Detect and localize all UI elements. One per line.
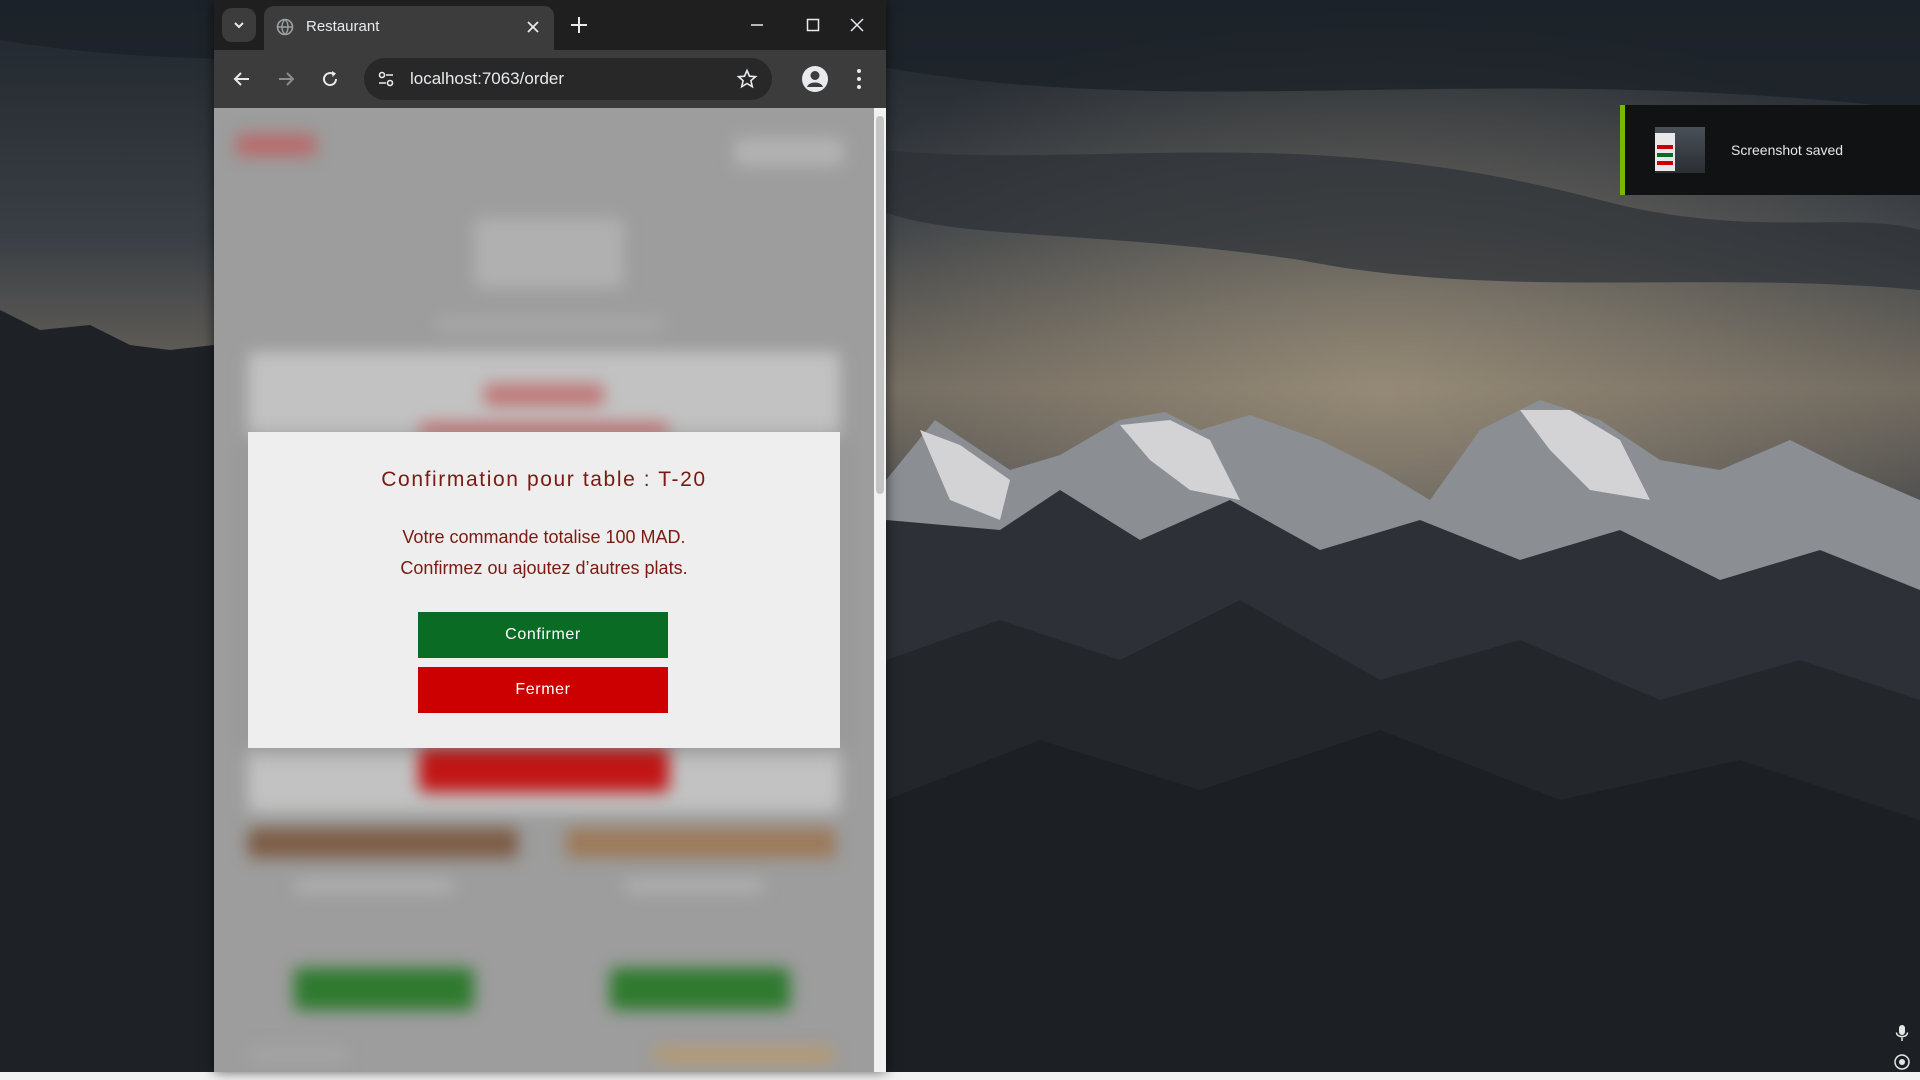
notification-text: Screenshot saved <box>1731 142 1844 158</box>
close-icon[interactable] <box>524 18 542 36</box>
reload-button[interactable] <box>316 65 344 93</box>
tab-search-icon <box>234 22 244 29</box>
close-button[interactable]: Fermer <box>418 667 668 713</box>
capture-icon[interactable] <box>1893 1053 1911 1071</box>
blurred-subtitle <box>434 318 664 330</box>
window-close-icon <box>850 18 864 32</box>
blurred-dish-name-1 <box>294 880 454 892</box>
window-close-button[interactable] <box>842 10 872 40</box>
screenshot-thumbnail <box>1655 127 1705 173</box>
forward-arrow-icon <box>279 72 295 86</box>
page-scrollbar[interactable] <box>874 108 886 1072</box>
modal-message-line-1: Votre commande totalise 100 MAD. <box>402 527 686 547</box>
blurred-heading <box>474 218 624 288</box>
browser-toolbar: localhost:7063/order <box>214 50 886 108</box>
minimize-icon <box>751 24 763 26</box>
maximize-icon <box>806 18 820 32</box>
url-text: localhost:7063/order <box>410 69 565 88</box>
blurred-table-label <box>484 384 604 406</box>
star-icon[interactable] <box>736 68 758 90</box>
blurred-nav <box>734 138 844 166</box>
microphone-icon[interactable] <box>1893 1024 1911 1042</box>
modal-message-line-2: Confirmez ou ajoutez d’autres plats. <box>400 558 688 578</box>
blurred-dish-name-2 <box>624 880 764 892</box>
page-viewport: Confirmation pour table : T-20 Votre com… <box>214 108 874 1072</box>
blurred-add-button-2 <box>610 968 790 1010</box>
back-button[interactable] <box>228 65 256 93</box>
confirmation-modal: Confirmation pour table : T-20 Votre com… <box>248 432 840 748</box>
modal-message: Votre commande totalise 100 MAD. Confirm… <box>248 522 840 584</box>
address-bar[interactable]: localhost:7063/order <box>364 58 772 100</box>
profile-icon[interactable] <box>800 64 830 94</box>
screenshot-notification[interactable]: Screenshot saved <box>1620 105 1920 195</box>
scrollbar-thumb[interactable] <box>876 116 884 494</box>
minimize-button[interactable] <box>742 10 772 40</box>
kebab-menu-icon[interactable] <box>850 64 868 94</box>
browser-tab[interactable]: Restaurant <box>264 6 554 50</box>
forward-button[interactable] <box>272 65 300 93</box>
blurred-dish-image-2 <box>566 828 836 858</box>
blurred-red-button <box>419 748 669 792</box>
plus-icon[interactable] <box>566 12 592 38</box>
tab-strip: Restaurant <box>214 0 886 50</box>
site-info-icon[interactable] <box>376 69 396 89</box>
blurred-dish-image-1 <box>248 828 518 858</box>
tab-title: Restaurant <box>306 18 380 35</box>
browser-window: Restaurant localhost:7063/order Confirma… <box>214 0 886 1072</box>
back-arrow-icon <box>233 72 249 86</box>
blurred-footer-accent <box>654 1048 834 1062</box>
blurred-add-button-1 <box>294 968 474 1010</box>
modal-title: Confirmation pour table : T-20 <box>381 468 707 491</box>
blurred-footer-text <box>248 1048 348 1062</box>
tab-search-button[interactable] <box>222 8 256 42</box>
blurred-logo <box>236 134 316 156</box>
confirm-button[interactable]: Confirmer <box>418 612 668 658</box>
reload-icon <box>323 71 338 87</box>
globe-icon <box>276 18 294 36</box>
maximize-button[interactable] <box>798 10 828 40</box>
